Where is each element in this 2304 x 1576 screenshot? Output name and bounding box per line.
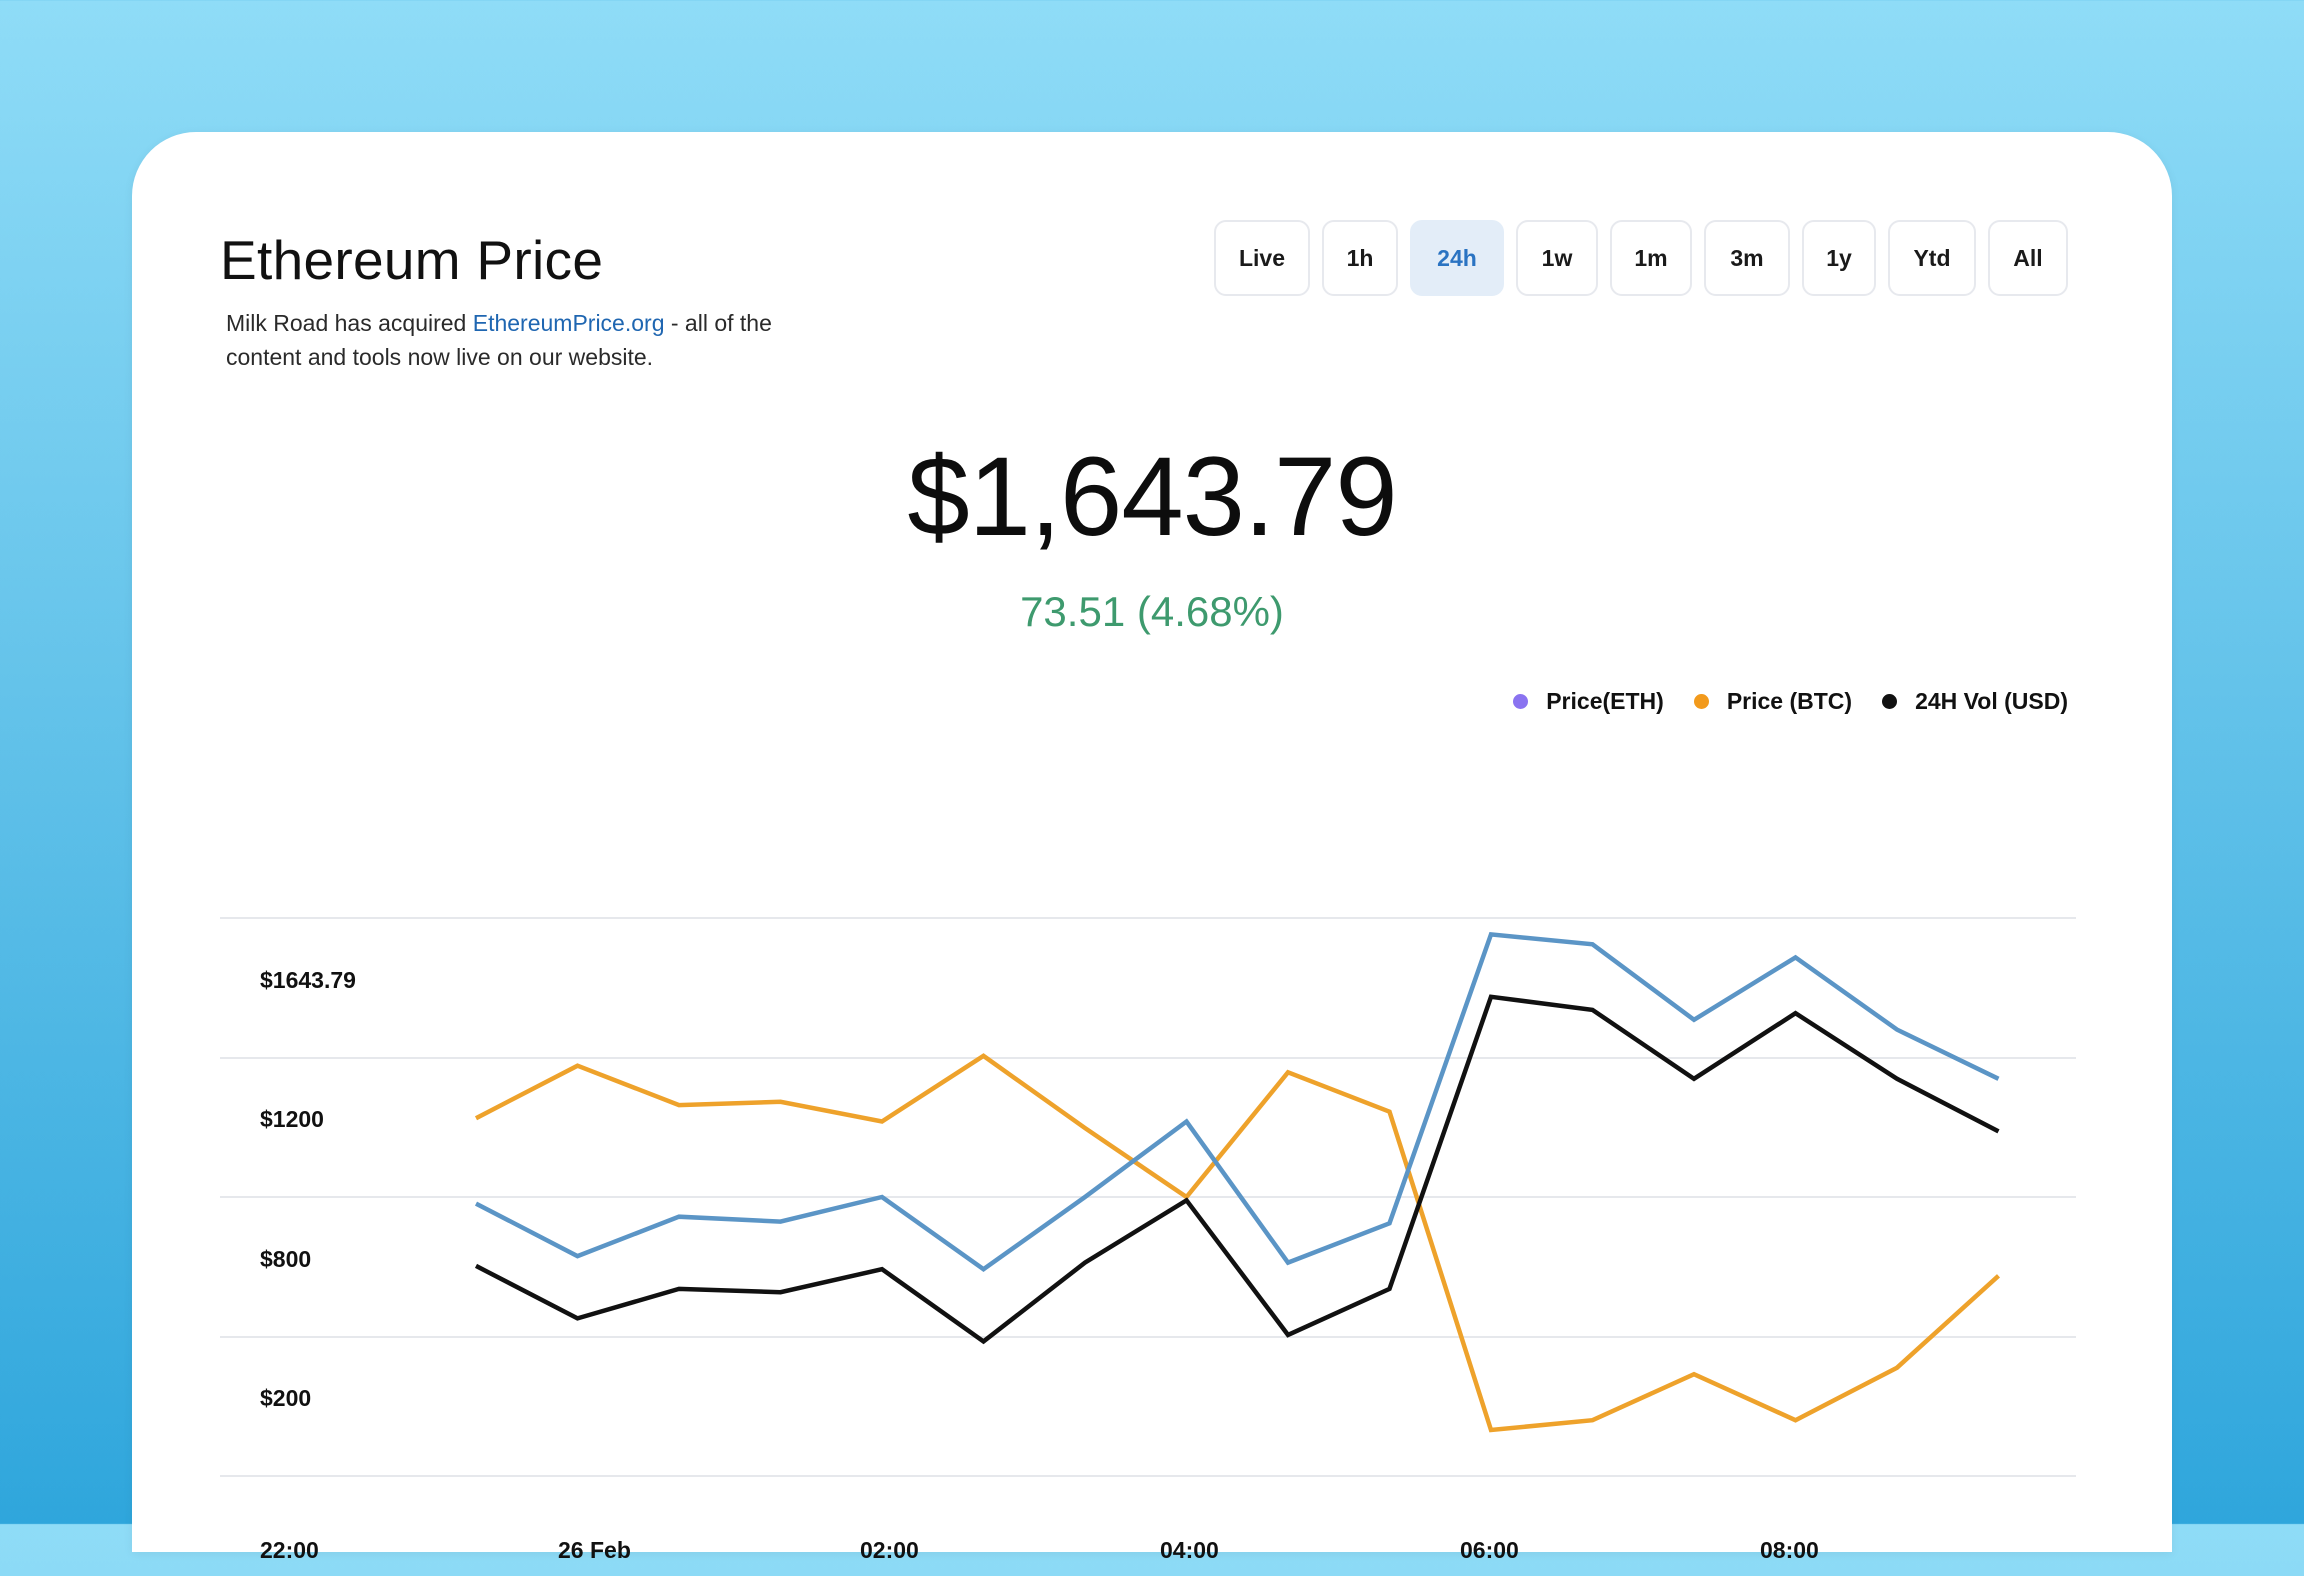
x-tick-label: 04:00: [1160, 1537, 1219, 1563]
range-button-1y[interactable]: 1y: [1802, 220, 1876, 296]
time-range-selector: Live 1h 24h 1w 1m 3m 1y Ytd All: [1214, 220, 2068, 296]
series-line-price-eth[interactable]: [474, 931, 2000, 1272]
price-card: Ethereum Price Milk Road has acquired Et…: [132, 132, 2172, 1563]
y-tick-label: $1200: [260, 1106, 324, 1132]
current-price: $1,643.79: [907, 434, 1397, 559]
price-line-chart[interactable]: $1643.79 $1200 $800 $200 22:00 26 Feb 02:00 04:…: [220, 776, 2076, 1576]
x-tick-label: 06:00: [1460, 1537, 1519, 1563]
legend-item-volume[interactable]: 24H Vol (USD): [1882, 688, 2068, 715]
x-tick-label: 22:00: [260, 1537, 319, 1563]
legend-dot-volume-icon: [1882, 694, 1898, 709]
x-tick-label: 08:00: [1760, 1537, 1819, 1563]
legend-dot-eth-icon: [1513, 694, 1529, 709]
x-tick-label: 02:00: [860, 1537, 919, 1563]
series-line-24h-vol-usd[interactable]: [474, 994, 2000, 1345]
page-title: Ethereum Price: [220, 229, 604, 291]
y-tick-label: $200: [260, 1385, 311, 1411]
legend-item-btc[interactable]: Price (BTC): [1693, 688, 1853, 715]
legend-label-btc: Price (BTC): [1726, 688, 1853, 714]
price-change: 73.51 (4.68%): [1020, 588, 1284, 635]
y-tick-label: $1643.79: [260, 967, 356, 993]
notice-prefix: Milk Road has acquired: [226, 310, 473, 336]
acquisition-notice: Milk Road has acquired EthereumPrice.org…: [226, 306, 846, 374]
range-button-3m[interactable]: 3m: [1704, 220, 1790, 296]
range-button-1w[interactable]: 1w: [1516, 220, 1598, 296]
legend-item-eth[interactable]: Price(ETH): [1513, 688, 1664, 715]
x-tick-label: 26 Feb: [558, 1537, 631, 1563]
legend-dot-btc-icon: [1693, 694, 1709, 709]
chart-legend: Price(ETH) Price (BTC) 24H Vol (USD): [1513, 688, 2068, 715]
range-button-1m[interactable]: 1m: [1610, 220, 1692, 296]
legend-label-volume: 24H Vol (USD): [1915, 688, 2068, 714]
y-tick-label: $800: [260, 1246, 311, 1272]
range-button-24h[interactable]: 24h: [1410, 220, 1504, 296]
series-line-price-btc[interactable]: [474, 1053, 2001, 1433]
range-button-live[interactable]: Live: [1214, 220, 1310, 296]
range-button-1h[interactable]: 1h: [1322, 220, 1398, 296]
range-button-all[interactable]: All: [1988, 220, 2068, 296]
range-button-ytd[interactable]: Ytd: [1888, 220, 1976, 296]
legend-label-eth: Price(ETH): [1546, 688, 1664, 714]
ethereumprice-link[interactable]: EthereumPrice.org: [473, 310, 665, 336]
